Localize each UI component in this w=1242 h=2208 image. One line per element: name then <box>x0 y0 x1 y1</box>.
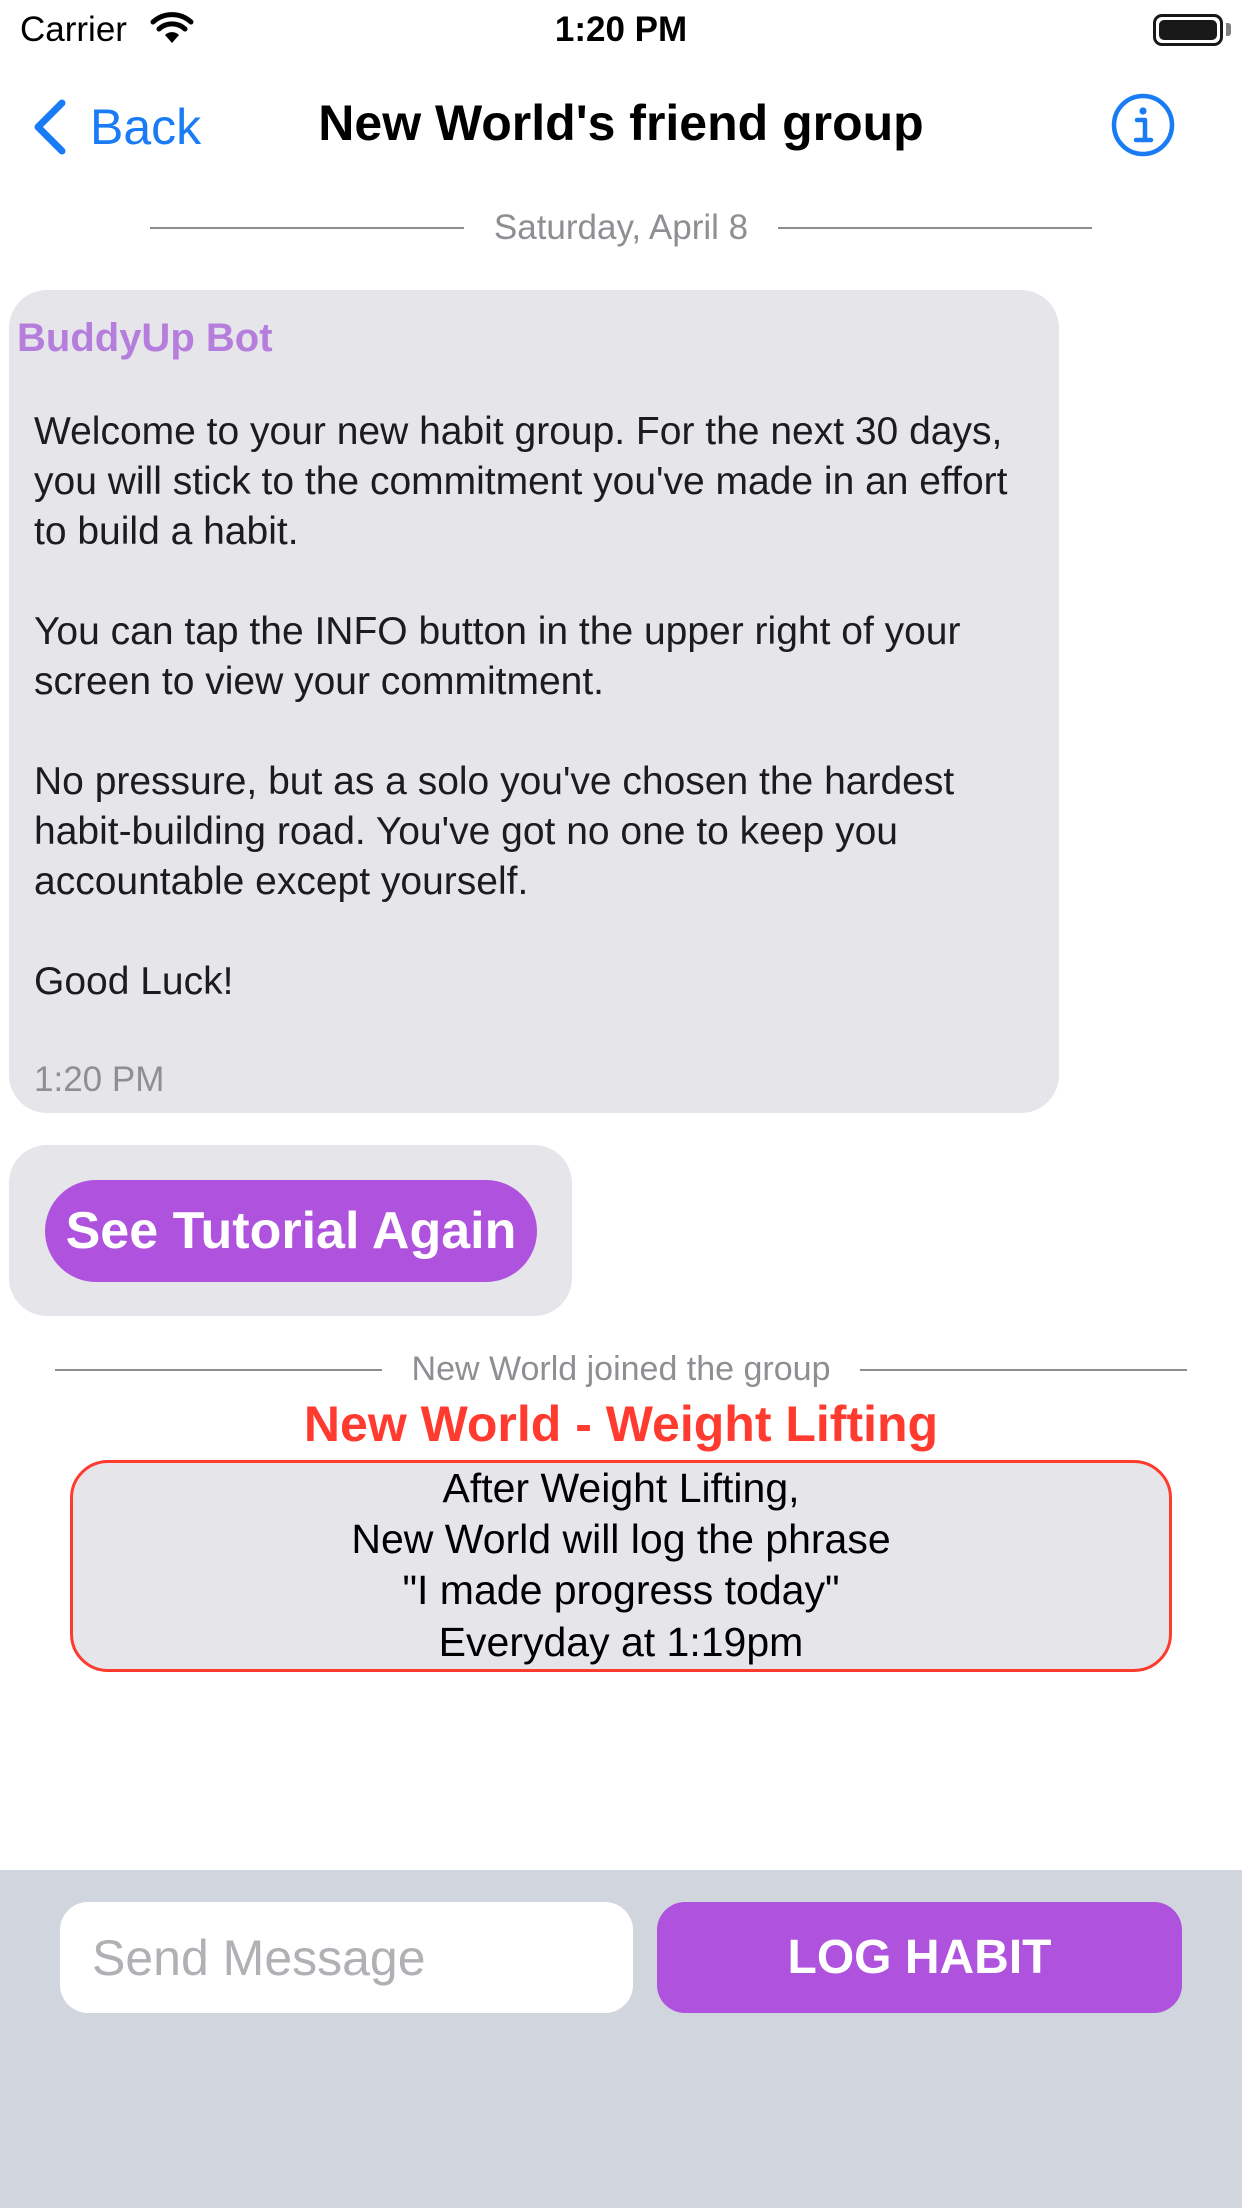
commitment-line: Everyday at 1:19pm <box>438 1619 804 1665</box>
battery-nub <box>1226 23 1231 36</box>
see-tutorial-button[interactable]: See Tutorial Again <box>45 1180 537 1282</box>
chat-screen: Carrier 1:20 PM Back New World's friend … <box>0 0 1242 2208</box>
nav-bar: Back New World's friend group <box>0 62 1242 192</box>
log-habit-button[interactable]: LOG HABIT <box>657 1902 1182 2013</box>
bot-message-bubble: BuddyUp Bot Welcome to your new habit gr… <box>9 290 1059 1113</box>
commitment-line: After Weight Lifting, <box>442 1465 800 1511</box>
composer-bar: LOG HABIT <box>0 1870 1242 2208</box>
info-circle-icon[interactable] <box>1110 92 1176 158</box>
separator-line <box>55 1368 382 1371</box>
commitment-line: New World will log the phrase <box>351 1516 891 1562</box>
commitment-line: "I made progress today" <box>402 1567 840 1613</box>
bot-message-text: Welcome to your new habit group. For the… <box>34 410 1008 1003</box>
date-separator: Saturday, April 8 <box>150 208 1092 248</box>
separator-line <box>778 227 1092 229</box>
joined-separator-label: New World joined the group <box>411 1350 831 1388</box>
commitment-card: After Weight Lifting, New World will log… <box>70 1460 1172 1672</box>
joined-separator: New World joined the group <box>55 1350 1188 1389</box>
date-separator-label: Saturday, April 8 <box>493 208 749 247</box>
tutorial-bubble: See Tutorial Again <box>9 1145 572 1316</box>
status-time: 1:20 PM <box>554 10 688 49</box>
separator-line <box>150 227 464 229</box>
page-title: New World's friend group <box>318 95 924 151</box>
battery-icon <box>1153 14 1223 46</box>
send-message-input[interactable] <box>60 1902 633 2013</box>
status-bar: Carrier 1:20 PM <box>0 0 1242 62</box>
commitment-title: New World - Weight Lifting <box>303 1396 939 1452</box>
separator-line <box>860 1368 1188 1371</box>
bot-sender-name: BuddyUp Bot <box>17 316 273 360</box>
bot-message-time: 1:20 PM <box>34 1060 165 1099</box>
